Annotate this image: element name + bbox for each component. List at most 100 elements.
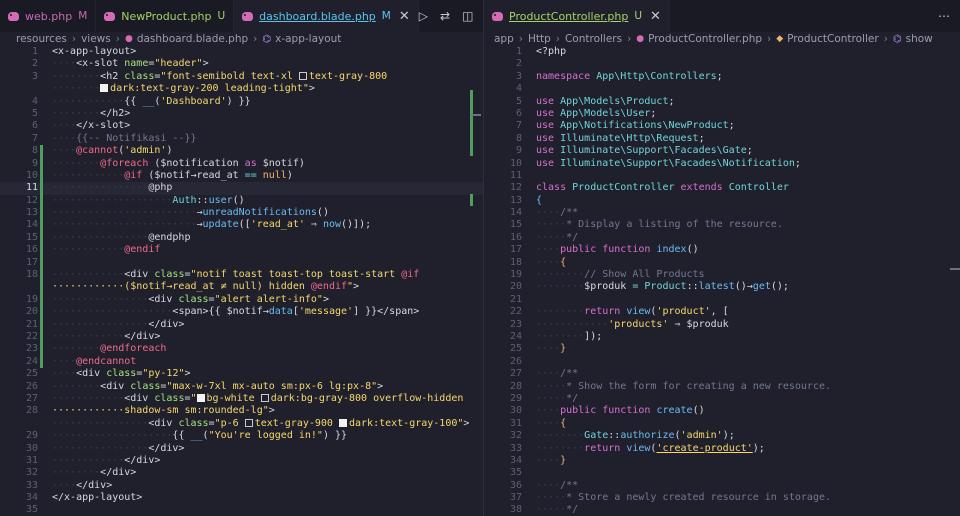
compare-icon[interactable]: ⇄ bbox=[440, 9, 450, 23]
code-line[interactable]: 35 bbox=[0, 504, 483, 516]
code-line[interactable]: 29 ·····*/ bbox=[484, 393, 960, 405]
code-line[interactable]: 17 ····public function index() bbox=[484, 244, 960, 256]
code-line[interactable]: 12 class ProductController extends Contro… bbox=[484, 182, 960, 194]
breadcrumb-item[interactable]: Http bbox=[528, 33, 551, 45]
breadcrumb-item[interactable]: Controllers bbox=[565, 33, 622, 45]
code-line[interactable]: 15 ················@endphp bbox=[0, 231, 483, 245]
code-line[interactable]: 23 ········@endforeach bbox=[0, 343, 483, 357]
code-line[interactable]: 33 ····</div> bbox=[0, 480, 483, 492]
code-line[interactable]: 18 ····{ bbox=[484, 257, 960, 269]
code-line[interactable]: 8 ····@cannot('admin') bbox=[0, 145, 483, 158]
breadcrumb-item[interactable]: ProductController bbox=[787, 33, 879, 45]
code-line[interactable]: 5 ········</h2> bbox=[0, 108, 483, 120]
breadcrumb-item[interactable]: resources bbox=[16, 33, 67, 45]
code-line[interactable]: 14 ····/** bbox=[484, 207, 960, 219]
code-line[interactable]: 2 ····<x-slot name="header"> bbox=[0, 58, 483, 70]
tab-web-php[interactable]: web.php M bbox=[0, 0, 97, 32]
code-line[interactable]: 26 bbox=[484, 356, 960, 368]
code-line[interactable]: ················<div class="p-6 text-gra… bbox=[0, 418, 483, 430]
code-editor[interactable]: 1 <?php 2 3 namespace App\Http\Controllers; 4… bbox=[484, 46, 960, 516]
play-icon[interactable]: ▷ bbox=[419, 9, 428, 23]
code-line[interactable]: 13 { bbox=[484, 195, 960, 207]
code-line[interactable]: 15 ·····* Display a listing of the resour… bbox=[484, 219, 960, 231]
scrollbar-cursor-marker[interactable] bbox=[471, 114, 481, 116]
code-line[interactable]: 32 ········Gate::authorize('admin'); bbox=[484, 430, 960, 442]
breadcrumb-item[interactable]: app bbox=[494, 33, 514, 45]
code-line[interactable]: 30 ················</div> bbox=[0, 443, 483, 455]
code-line[interactable]: 18 ············<div class="notif toast to… bbox=[0, 269, 483, 282]
code-line[interactable]: 36 ····/** bbox=[484, 480, 960, 492]
code-line[interactable]: 4 bbox=[484, 83, 960, 95]
close-icon[interactable]: ✕ bbox=[399, 9, 410, 24]
code-line[interactable]: 32 ········</div> bbox=[0, 467, 483, 479]
code-line[interactable]: 31 ············</div> bbox=[0, 455, 483, 467]
breadcrumb-item[interactable]: x-app-layout bbox=[275, 33, 341, 45]
more-actions-icon[interactable]: ⋯ bbox=[938, 9, 950, 23]
code-line[interactable]: 25 ····} bbox=[484, 343, 960, 355]
code-line[interactable]: 6 ····</x-slot> bbox=[0, 120, 483, 132]
code-line[interactable]: 28 ············shadow-sm sm:rounded-lg"> bbox=[0, 405, 483, 417]
code-line[interactable]: 7 use App\Notifications\NewProduct; bbox=[484, 120, 960, 132]
code-line[interactable]: 14 ························→update(['read… bbox=[0, 219, 483, 233]
code-line[interactable]: 37 ·····* Store a newly created resource … bbox=[484, 492, 960, 504]
code-line[interactable]: 17 bbox=[0, 256, 483, 270]
scrollbar-cursor-marker[interactable] bbox=[950, 268, 960, 270]
code-line[interactable]: 38 ·····*/ bbox=[484, 504, 960, 516]
code-line[interactable]: 11 ················@php bbox=[0, 182, 483, 196]
code-line[interactable]: 8 use Illuminate\Http\Request; bbox=[484, 133, 960, 145]
code-line[interactable]: ············($notif→read_at ≠ null) hidd… bbox=[0, 281, 483, 295]
code-line[interactable]: 16 ············@endif bbox=[0, 244, 483, 258]
code-line[interactable]: 24 ····@endcannot bbox=[0, 355, 483, 369]
code-line[interactable]: 34 ····} bbox=[484, 455, 960, 467]
code-line[interactable]: 5 use App\Models\Product; bbox=[484, 96, 960, 108]
breadcrumb-item[interactable]: show bbox=[906, 33, 933, 45]
code-line[interactable]: 16 ·····*/ bbox=[484, 232, 960, 244]
code-line[interactable]: 34 </x-app-layout> bbox=[0, 492, 483, 504]
code-line[interactable]: 12 ····················Auth::user() bbox=[0, 194, 483, 208]
code-line[interactable]: 27 ············<div class=" bg-white dark:… bbox=[0, 393, 483, 405]
code-line[interactable]: 9 use Illuminate\Support\Facades\Gate; bbox=[484, 145, 960, 157]
code-line[interactable]: 31 ····{ bbox=[484, 418, 960, 430]
code-line[interactable]: 21 ················</div> bbox=[0, 318, 483, 332]
code-line[interactable]: 20 ········$produk = Product::latest()→ge… bbox=[484, 281, 960, 293]
code-line[interactable]: 27 ····/** bbox=[484, 368, 960, 380]
code-line[interactable]: 23 ············'products' ⇒ $produk bbox=[484, 319, 960, 331]
code-line[interactable]: 26 ········<div class="max-w-7xl mx-auto … bbox=[0, 381, 483, 393]
code-line[interactable]: 6 use App\Models\User; bbox=[484, 108, 960, 120]
code-line[interactable]: 25 ····<div class="py-12"> bbox=[0, 368, 483, 380]
code-line[interactable]: 35 bbox=[484, 467, 960, 479]
code-line[interactable]: 28 ·····* Show the form for creating a ne… bbox=[484, 381, 960, 393]
code-line[interactable]: 24 ········]); bbox=[484, 331, 960, 343]
code-line[interactable]: 22 ············</div> bbox=[0, 330, 483, 344]
code-line[interactable]: 3 ········<h2 class="font-semibold text-x… bbox=[0, 71, 483, 83]
code-line[interactable]: 1 <x-app-layout> bbox=[0, 46, 483, 58]
code-line[interactable]: 21 bbox=[484, 294, 960, 306]
tab-dashboard-blade-php[interactable]: dashboard.blade.php M ✕ bbox=[234, 0, 419, 32]
code-line[interactable]: 10 ············@if ($notif→read_at == nul… bbox=[0, 169, 483, 183]
tab-productcontroller-php[interactable]: ProductController.php U ✕ bbox=[484, 0, 670, 32]
code-line[interactable]: 22 ········return view('product', [ bbox=[484, 306, 960, 318]
code-line[interactable]: 30 ····public function create() bbox=[484, 405, 960, 417]
code-line[interactable]: 20 ····················<span>{{ $notif→da… bbox=[0, 306, 483, 319]
breadcrumb-item[interactable]: views bbox=[81, 33, 111, 45]
code-line[interactable]: 9 ········@foreach ($notification as $not… bbox=[0, 157, 483, 171]
code-line[interactable]: 19 ········// Show All Products bbox=[484, 269, 960, 281]
code-line[interactable]: 1 <?php bbox=[484, 46, 960, 58]
code-line[interactable]: 3 namespace App\Http\Controllers; bbox=[484, 71, 960, 83]
tab-newproduct-php[interactable]: NewProduct.php U bbox=[96, 0, 235, 32]
code-line[interactable]: 13 ························→unreadNotific… bbox=[0, 207, 483, 220]
breadcrumb-item[interactable]: ProductController.php bbox=[648, 33, 762, 45]
code-line[interactable]: 33 ········return view('create-product'); bbox=[484, 443, 960, 455]
close-icon[interactable]: ✕ bbox=[650, 9, 661, 24]
code-line[interactable]: 4 ············{{ __('Dashboard') }} bbox=[0, 96, 483, 108]
breadcrumb-item[interactable]: dashboard.blade.php bbox=[137, 33, 248, 45]
code-line[interactable]: 10 use Illuminate\Support\Facades\Notific… bbox=[484, 158, 960, 170]
code-line[interactable]: 2 bbox=[484, 58, 960, 70]
code-line[interactable]: 11 bbox=[484, 170, 960, 182]
code-line[interactable]: 19 ················<div class="alert aler… bbox=[0, 293, 483, 307]
code-line[interactable]: ········ dark:text-gray-200 leading-tight… bbox=[0, 83, 483, 95]
split-editor-icon[interactable]: ◫ bbox=[462, 9, 473, 23]
code-line[interactable]: 29 ····················{{ __("You're logg… bbox=[0, 430, 483, 442]
code-line[interactable]: 7 ····{{-- Notifikasi --}} bbox=[0, 133, 483, 145]
code-editor[interactable]: 1 <x-app-layout> 2 ····<x-slot name="header… bbox=[0, 46, 483, 516]
